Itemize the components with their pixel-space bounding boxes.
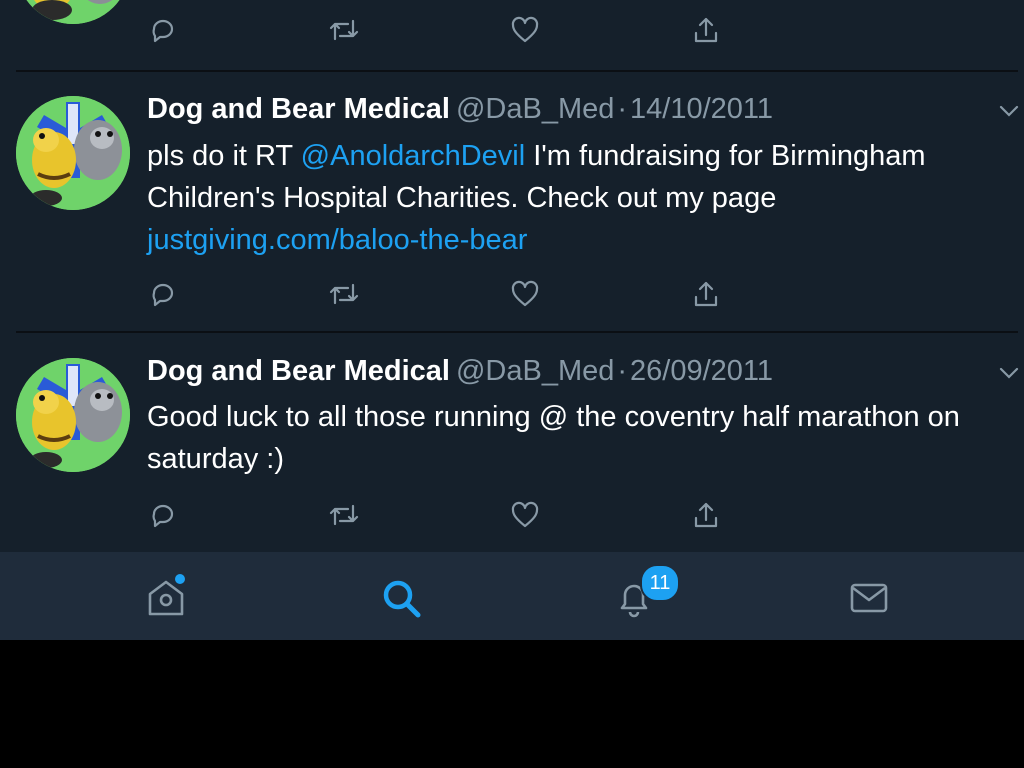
tweet-divider [16, 70, 1018, 72]
tweet-actions [0, 10, 1024, 50]
avatar[interactable] [16, 358, 130, 472]
like-button[interactable] [505, 495, 545, 535]
like-icon [511, 501, 539, 528]
avatar[interactable] [16, 96, 130, 210]
display-name[interactable]: Dog and Bear Medical [147, 93, 450, 125]
reply-icon [152, 283, 174, 307]
share-icon [694, 17, 718, 43]
share-icon [694, 502, 718, 528]
tweet-previous[interactable] [0, 0, 1024, 72]
mention-link[interactable]: @AnoldarchDevil [301, 140, 525, 172]
tweet[interactable]: Dog and Bear Medical @DaB_Med · 14/10/2011 … [0, 92, 1024, 332]
search-icon [383, 580, 421, 618]
tweet-text: pls do it RT @AnoldarchDevil I'm fundrai… [147, 135, 1007, 261]
share-icon [694, 281, 718, 307]
reply-button[interactable] [143, 10, 183, 50]
display-name[interactable]: Dog and Bear Medical [147, 355, 450, 387]
bottom-tab-bar: 11 [0, 552, 1024, 640]
timeline-screen: Dog and Bear Medical @DaB_Med · 14/10/2011 … [0, 0, 1024, 640]
tweet-header: Dog and Bear Medical @DaB_Med · 26/09/2011 [147, 354, 773, 388]
retweet-button[interactable] [324, 10, 364, 50]
like-button[interactable] [505, 274, 545, 314]
tab-home[interactable] [138, 570, 194, 626]
tweet-text-part: pls do it RT [147, 140, 301, 172]
tweet-actions [0, 495, 1024, 535]
like-icon [511, 16, 539, 43]
tweet-header: Dog and Bear Medical @DaB_Med · 14/10/2011 [147, 92, 773, 126]
tab-notifications[interactable]: 11 [606, 564, 680, 626]
url-link[interactable]: justgiving.com/baloo-the-bear [147, 224, 527, 256]
tweet-date[interactable]: 26/09/2011 [630, 355, 773, 387]
like-button[interactable] [505, 10, 545, 50]
reply-button[interactable] [143, 495, 183, 535]
tweet[interactable]: Dog and Bear Medical @DaB_Med · 26/09/2011 … [0, 354, 1024, 552]
retweet-icon [329, 283, 359, 305]
tweet-text: Good luck to all those running @ the cov… [147, 401, 960, 475]
retweet-button[interactable] [324, 274, 364, 314]
retweet-icon [329, 19, 359, 41]
more-options-button[interactable] [998, 366, 1020, 380]
chevron-down-icon [999, 367, 1019, 379]
retweet-icon [329, 504, 359, 526]
reply-icon [152, 504, 174, 528]
dog-and-bear-avatar-image [16, 358, 130, 472]
envelope-icon [850, 583, 888, 613]
separator-dot: · [617, 93, 628, 125]
dog-and-bear-avatar-image [16, 96, 130, 210]
separator-dot: · [617, 355, 628, 387]
chevron-down-icon [999, 105, 1019, 117]
handle[interactable]: @DaB_Med [456, 355, 614, 387]
tweet-date[interactable]: 14/10/2011 [630, 93, 773, 125]
tweet-divider [16, 331, 1018, 333]
tweet-actions [0, 274, 1024, 314]
new-content-dot [175, 574, 185, 584]
retweet-button[interactable] [324, 495, 364, 535]
reply-button[interactable] [143, 274, 183, 314]
like-icon [511, 280, 539, 307]
tab-search[interactable] [373, 570, 429, 626]
tab-messages[interactable] [841, 570, 897, 626]
share-button[interactable] [686, 10, 726, 50]
share-button[interactable] [686, 274, 726, 314]
more-options-button[interactable] [998, 104, 1020, 118]
notification-badge: 11 [640, 564, 680, 602]
share-button[interactable] [686, 495, 726, 535]
reply-icon [152, 19, 174, 43]
handle[interactable]: @DaB_Med [456, 93, 614, 125]
